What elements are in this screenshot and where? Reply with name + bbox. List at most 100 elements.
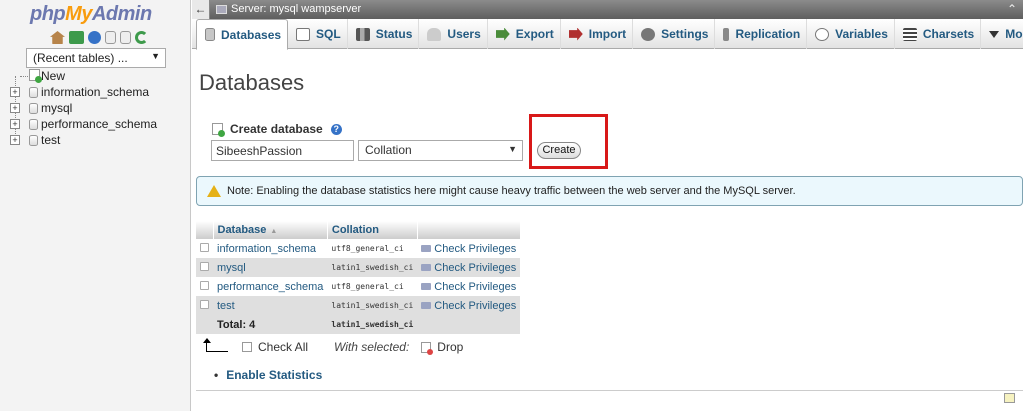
databases-table: Database ▲ Collation information_schema u…	[196, 221, 521, 334]
database-link[interactable]: information_schema	[213, 239, 328, 258]
collation-cell: latin1_swedish_ci	[327, 296, 418, 315]
check-privileges-link[interactable]: Check Privileges	[417, 277, 521, 296]
column-header-database[interactable]: Database ▲	[213, 221, 328, 239]
table-row: mysql latin1_swedish_ci Check Privileges	[196, 258, 521, 277]
sort-asc-icon: ▲	[270, 228, 278, 235]
users-icon	[427, 27, 442, 41]
navigation-panel: phpMyAdmin (Recent tables) ... ▼ New + in…	[0, 0, 191, 411]
collation-cell: utf8_general_ci	[327, 239, 418, 258]
table-row: performance_schema utf8_general_ci Check…	[196, 277, 521, 296]
tab-users[interactable]: Users	[419, 19, 488, 49]
tab-import[interactable]: Import	[561, 19, 634, 49]
settings-doc-icon[interactable]	[120, 31, 131, 44]
row-checkbox[interactable]	[200, 242, 209, 252]
status-icon	[355, 27, 370, 41]
page-title: Databases	[199, 70, 305, 95]
import-icon	[568, 27, 583, 41]
row-checkbox[interactable]	[200, 280, 209, 290]
database-icon	[29, 135, 38, 146]
tab-variables[interactable]: Variables	[807, 19, 895, 49]
tab-more[interactable]: More	[981, 19, 1023, 49]
chevron-down-icon: ▼	[151, 51, 160, 61]
privileges-icon	[421, 282, 432, 290]
home-icon[interactable]	[50, 31, 65, 44]
more-icon	[989, 30, 1000, 38]
collation-cell: utf8_general_ci	[327, 277, 418, 296]
drop-icon[interactable]	[421, 341, 434, 355]
statistics-note: Note: Enabling the database statistics h…	[196, 176, 1023, 206]
database-icon	[29, 119, 38, 130]
export-icon	[495, 27, 510, 41]
check-privileges-link[interactable]: Check Privileges	[417, 296, 521, 315]
database-link[interactable]: performance_schema	[213, 277, 328, 296]
console-icon[interactable]	[1004, 393, 1015, 403]
check-all-label[interactable]: Check All	[258, 340, 308, 354]
database-name-input[interactable]	[211, 140, 354, 161]
total-row: Total: 4 latin1_swedish_ci	[196, 315, 521, 334]
table-row: test latin1_swedish_ci Check Privileges	[196, 296, 521, 315]
expand-icon[interactable]: +	[10, 87, 20, 97]
exit-icon[interactable]	[69, 31, 84, 44]
docs-icon[interactable]	[105, 31, 116, 44]
main-panel: ← Server: mysql wampserver ⌃ Databases S…	[192, 0, 1023, 411]
tab-status[interactable]: Status	[348, 19, 420, 49]
collation-select[interactable]: Collation ▼	[358, 140, 523, 161]
tab-settings[interactable]: Settings	[633, 19, 716, 49]
row-checkbox[interactable]	[200, 299, 209, 309]
expand-icon[interactable]: +	[10, 119, 20, 129]
replication-icon	[723, 27, 730, 41]
settings-icon	[641, 27, 656, 41]
phpmyadmin-logo[interactable]: phpMyAdmin	[30, 3, 152, 26]
arrow-up-icon	[203, 338, 228, 352]
total-collation: latin1_swedish_ci	[327, 315, 418, 334]
bulk-actions: Check All With selected: Drop	[203, 338, 463, 355]
privileges-icon	[421, 263, 432, 271]
total-label: Total: 4	[213, 315, 328, 334]
charsets-icon	[902, 27, 917, 41]
with-selected-label: With selected:	[334, 340, 410, 354]
tab-export[interactable]: Export	[488, 19, 561, 49]
table-row: information_schema utf8_general_ci Check…	[196, 239, 521, 258]
enable-statistics-link[interactable]: • Enable Statistics	[214, 368, 322, 382]
create-database-icon	[212, 123, 225, 137]
database-link[interactable]: test	[213, 296, 328, 315]
recent-tables-select[interactable]: (Recent tables) ... ▼	[26, 48, 166, 68]
warning-icon	[207, 185, 221, 197]
database-link[interactable]: mysql	[213, 258, 328, 277]
create-button[interactable]: Create	[537, 142, 581, 159]
database-icon	[29, 87, 38, 98]
row-checkbox[interactable]	[200, 261, 209, 271]
sql-icon	[296, 27, 311, 41]
variables-icon	[815, 27, 830, 41]
check-privileges-link[interactable]: Check Privileges	[417, 258, 521, 277]
server-icon	[216, 5, 227, 14]
tab-databases[interactable]: Databases	[196, 19, 289, 50]
top-menu-tabs: Databases SQL Status Users Export Import…	[192, 19, 1023, 50]
database-icon	[29, 103, 38, 114]
server-breadcrumb-bar: ← Server: mysql wampserver ⌃	[192, 0, 1023, 19]
collapse-icon[interactable]: ⌃	[1007, 0, 1017, 19]
check-all-checkbox[interactable]	[242, 342, 252, 352]
divider	[196, 390, 1023, 391]
new-db-icon	[29, 69, 42, 83]
collation-cell: latin1_swedish_ci	[327, 258, 418, 277]
expand-icon[interactable]: +	[10, 103, 20, 113]
help-icon[interactable]	[88, 31, 101, 44]
column-header-collation[interactable]: Collation	[327, 221, 418, 239]
create-database-label: Create database ?	[212, 122, 342, 137]
tab-charsets[interactable]: Charsets	[895, 19, 982, 49]
help-icon[interactable]: ?	[330, 123, 342, 135]
tab-replication[interactable]: Replication	[715, 19, 808, 49]
expand-icon[interactable]: +	[10, 135, 20, 145]
server-breadcrumb[interactable]: Server: mysql wampserver	[231, 0, 361, 19]
back-arrow-icon[interactable]: ←	[192, 0, 210, 19]
reload-icon[interactable]	[135, 31, 148, 44]
check-privileges-link[interactable]: Check Privileges	[417, 239, 521, 258]
privileges-icon	[421, 244, 432, 252]
tab-sql[interactable]: SQL	[288, 19, 348, 49]
drop-button[interactable]: Drop	[437, 340, 463, 354]
chevron-down-icon: ▼	[508, 144, 517, 154]
privileges-icon	[421, 301, 432, 309]
nav-icons	[50, 31, 148, 44]
database-icon	[205, 28, 215, 41]
